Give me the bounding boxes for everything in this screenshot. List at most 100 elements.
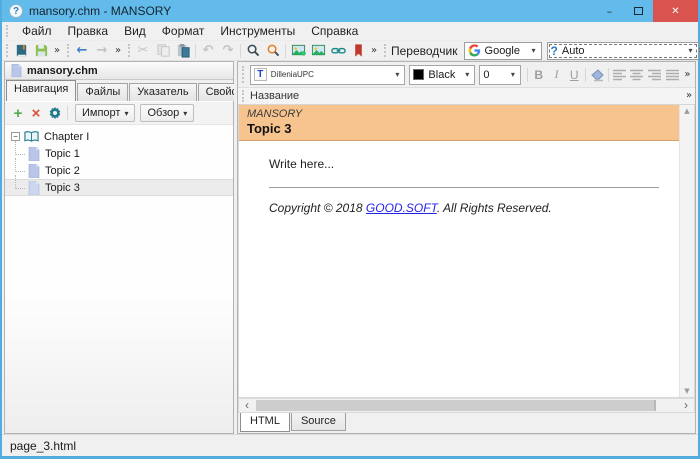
image-button[interactable] [308,42,328,60]
tab-source[interactable]: Source [291,413,346,431]
translator-toolbar-group: Переводчик Google ▾ ? Auto ▾ [389,41,699,60]
document-topic-title: Topic 3 [247,121,671,136]
main-area: mansory.chm Навигация Файлы Указатель Св… [2,61,698,434]
maximize-button[interactable] [624,0,653,22]
delete-topic-button[interactable]: × [27,105,45,122]
import-dropdown-icon: ▾ [124,109,128,118]
toolbar-separator-2 [240,44,241,58]
align-right-button[interactable] [646,65,664,84]
italic-button[interactable]: I [548,65,566,84]
format-overflow-button[interactable]: » [682,66,693,84]
menu-help[interactable]: Справка [303,22,366,40]
save-button[interactable] [31,42,51,60]
menu-format[interactable]: Формат [154,22,213,40]
search-replace-button[interactable] [263,42,283,60]
clear-format-button[interactable] [588,65,606,84]
bookmark-button[interactable] [348,42,368,60]
align-justify-button[interactable] [664,65,682,84]
horizontal-scrollbar[interactable]: ‹ › [238,398,695,413]
tab-files[interactable]: Файлы [77,83,128,101]
copyright-line: Copyright © 2018 GOOD.SOFT. All Rights R… [269,201,661,215]
new-project-button[interactable] [11,42,31,60]
format-separator-2 [585,68,586,82]
editor-panel: T DilleniaUPC ▾ Black ▾ 0 ▾ B I U [237,61,696,434]
tree-elbow [15,175,25,189]
tree-node-topic-2[interactable]: Topic 2 [5,162,233,179]
tab-index[interactable]: Указатель [129,83,196,101]
tree-node-chapter[interactable]: − Chapter I [5,128,233,145]
link-icon [331,43,346,58]
status-bar: page_3.html [2,434,698,456]
color-swatch [413,69,424,80]
cut-button[interactable]: ✂ [133,42,153,60]
undo-button[interactable]: ↶ [198,42,218,60]
project-file-tab[interactable]: mansory.chm [5,62,233,80]
tab-navigation[interactable]: Навигация [6,80,76,101]
close-icon: ✕ [671,6,679,17]
topic-page-icon [28,181,40,195]
menu-file[interactable]: Файл [14,22,60,40]
tab-html[interactable]: HTML [240,413,290,432]
edit-group-overflow-button[interactable]: » [368,42,380,60]
translator-language-select[interactable]: ? Auto ▾ [547,42,699,60]
book-icon [14,43,29,58]
add-topic-button[interactable]: + [9,105,27,122]
minimize-button[interactable]: – [595,0,624,22]
scroll-left-icon[interactable]: ‹ [239,399,255,412]
menu-edit[interactable]: Правка [60,22,117,40]
search-button[interactable] [243,42,263,60]
align-center-icon [630,69,644,81]
nav-toolbar-separator [67,106,68,120]
document-body[interactable]: Write here... Copyright © 2018 GOOD.SOFT… [239,141,679,215]
copyright-link[interactable]: GOOD.SOFT [366,201,437,215]
align-center-button[interactable] [629,65,647,84]
font-color-select[interactable]: Black ▾ [409,65,475,85]
copy-button[interactable] [153,42,173,60]
file-group-overflow-button[interactable]: » [51,42,63,60]
format-grip [242,66,247,84]
tree-elbow [15,141,25,155]
settings-button[interactable] [45,104,65,122]
scroll-right-icon[interactable]: › [678,399,694,412]
tree-elbow [15,158,25,172]
topic-page-icon [28,164,40,178]
link-button[interactable] [328,42,348,60]
horizontal-scroll-thumb[interactable] [256,400,656,411]
menu-view[interactable]: Вид [116,22,154,40]
tree-node-topic-1[interactable]: Topic 1 [5,145,233,162]
bold-button[interactable]: B [530,65,548,84]
font-family-select[interactable]: T DilleniaUPC ▾ [250,65,406,85]
font-size-select[interactable]: 0 ▾ [479,65,521,85]
align-left-button[interactable] [611,65,629,84]
project-file-name: mansory.chm [27,65,98,77]
window-controls: – ✕ [595,0,698,22]
format-separator-3 [608,68,609,82]
underline-button[interactable]: U [565,65,583,84]
scroll-up-icon[interactable]: ▲ [684,107,689,115]
title-row-overflow-button[interactable]: » [683,87,695,105]
forward-button[interactable]: → [92,42,112,60]
insert-image-button[interactable] [288,42,308,60]
translator-engine-select[interactable]: Google ▾ [464,42,542,60]
nav-group-overflow-button[interactable]: » [112,42,124,60]
topic-1-label: Topic 1 [45,148,80,160]
topic-2-label: Topic 2 [45,165,80,177]
scroll-down-icon[interactable]: ▼ [684,387,689,395]
app-window: ? mansory.chm - MANSORY – ✕ Файл Правка … [0,0,700,459]
close-button[interactable]: ✕ [653,0,698,22]
title-bar: ? mansory.chm - MANSORY – ✕ [2,0,698,22]
vertical-scrollbar[interactable]: ▲ ▼ [679,105,694,397]
document-brand: MANSORY [247,108,671,120]
back-button[interactable]: ← [72,42,92,60]
menu-tools[interactable]: Инструменты [212,22,303,40]
document-body-text[interactable]: Write here... [269,157,661,171]
document-content[interactable]: MANSORY Topic 3 Write here... Copyright … [239,105,679,397]
redo-button[interactable]: ↷ [218,42,238,60]
browse-button[interactable]: Обзор ▾ [140,104,194,122]
tree-node-topic-3[interactable]: Topic 3 [5,179,233,196]
image-add-icon [291,43,306,58]
import-button[interactable]: Импорт ▾ [75,104,135,122]
browse-button-label: Обзор [147,107,179,119]
paste-button[interactable] [173,42,193,60]
toolbar-grip-2 [67,44,69,57]
